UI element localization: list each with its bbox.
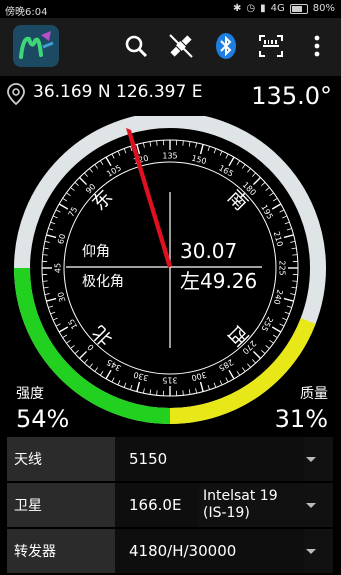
- network-type: 4G: [271, 3, 285, 14]
- scale-tick: [292, 255, 297, 256]
- scale-tick: [43, 281, 48, 282]
- scale-tick: [157, 141, 158, 146]
- strength-label: 强度: [16, 383, 44, 403]
- satellite-label: 卫星: [7, 483, 115, 527]
- satellite-row[interactable]: 卫星 166.0E Intelsat 19 (IS-19): [7, 483, 333, 529]
- antenna-value[interactable]: 5150: [115, 437, 304, 481]
- polarization-label: 极化角: [82, 274, 124, 290]
- transponder-value[interactable]: 4180/H/30000: [115, 529, 304, 573]
- compass-dial: 1051201351501651801952102252402552702853…: [0, 116, 341, 436]
- elevation-value: 30.07: [180, 239, 237, 263]
- polarization-value: 左49.26: [180, 269, 257, 293]
- strength-value: 54%: [16, 405, 69, 433]
- scale-tick: [292, 281, 297, 282]
- location-pin-icon: [6, 82, 26, 106]
- elevation-label: 仰角: [82, 244, 110, 260]
- transponder-label: 转发器: [7, 529, 115, 573]
- status-icons: ✱ ◷ ▮ 4G 80%: [233, 3, 335, 14]
- battery-percent: 80%: [313, 3, 335, 14]
- bluetooth-icon[interactable]: [208, 28, 244, 64]
- transponder-row[interactable]: 转发器 4180/H/30000: [7, 529, 333, 575]
- barcode-scan-icon[interactable]: [253, 28, 289, 64]
- scale-tick: [157, 390, 158, 395]
- transponder-dropdown-icon[interactable]: [289, 529, 333, 573]
- app-toolbar: [0, 18, 341, 76]
- scale-tick: [183, 390, 184, 395]
- satellite-name-line1: Intelsat 19: [203, 488, 278, 505]
- battery-icon: [290, 4, 308, 14]
- scale-tick: [183, 141, 184, 146]
- azimuth-value: 135.0°: [251, 82, 332, 110]
- quality-value: 31%: [275, 405, 328, 433]
- coordinates: 36.169 N 126.397 E: [33, 82, 202, 102]
- scale-label: 135: [162, 152, 177, 161]
- more-vert-icon[interactable]: [299, 28, 335, 64]
- settings-list: 天线 5150 卫星 166.0E Intelsat 19 (IS-19) 转发…: [7, 437, 333, 575]
- location-bar: 36.169 N 126.397 E 135.0°: [0, 76, 341, 116]
- satellite-name-line2: (IS-19): [203, 505, 278, 522]
- satellite-position[interactable]: 166.0E: [115, 483, 199, 527]
- antenna-label: 天线: [7, 437, 115, 481]
- satellite-icon[interactable]: [163, 28, 199, 64]
- bluetooth-status-icon: ✱: [233, 3, 241, 14]
- alarm-icon: ◷: [246, 3, 255, 14]
- scale-label: 225: [278, 260, 287, 275]
- signal-icon: ▮: [260, 3, 266, 14]
- quality-label: 质量: [300, 383, 328, 403]
- antenna-dropdown-icon[interactable]: [289, 437, 333, 481]
- scale-label: 45: [54, 263, 63, 273]
- scale-tick: [43, 255, 48, 256]
- app-logo-icon[interactable]: [13, 25, 59, 67]
- scale-label: 315: [162, 376, 177, 385]
- satellite-name[interactable]: Intelsat 19 (IS-19): [199, 483, 278, 527]
- status-bar: 傍晚6:04 ✱ ◷ ▮ 4G 80%: [0, 0, 341, 18]
- search-icon[interactable]: [118, 28, 154, 64]
- satellite-dropdown-icon[interactable]: [289, 483, 333, 527]
- status-time: 傍晚6:04: [5, 3, 47, 18]
- antenna-row[interactable]: 天线 5150: [7, 437, 333, 483]
